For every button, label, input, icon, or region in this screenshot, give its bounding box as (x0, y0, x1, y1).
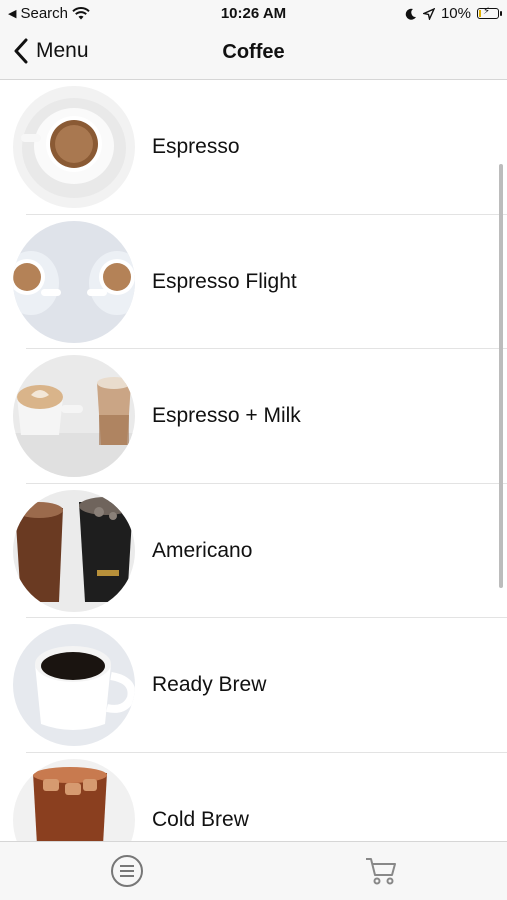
list-item-americano[interactable]: Americano (0, 484, 507, 618)
cart-icon (366, 858, 396, 885)
list-item-label: Cold Brew (152, 807, 249, 831)
list-item-label: Espresso Flight (152, 269, 297, 293)
cold-brew-image (13, 758, 135, 841)
status-bar: ◀ Search 10:26 AM 10% ⚡ (0, 0, 507, 28)
coffee-list[interactable]: Espresso Espresso Flight Espresso + Milk… (0, 80, 507, 841)
list-item-label: Espresso + Milk (152, 404, 301, 428)
tab-bar (0, 841, 507, 900)
moon-icon (405, 8, 416, 20)
latte-image (13, 355, 135, 478)
list-item-cold-brew[interactable]: Cold Brew (0, 753, 507, 841)
list-item-label: Ready Brew (152, 673, 267, 697)
location-arrow-icon (422, 7, 435, 20)
list-icon (111, 855, 143, 887)
ready-brew-image (13, 624, 135, 747)
battery-icon: ⚡ (477, 6, 502, 19)
page-title: Coffee (222, 41, 285, 63)
list-item-espresso[interactable]: Espresso (0, 80, 507, 215)
tab-cart[interactable] (364, 855, 398, 892)
navigation-bar: Menu Coffee (0, 28, 507, 80)
list-item-label: Espresso (152, 135, 240, 159)
list-item-ready-brew[interactable]: Ready Brew (0, 618, 507, 753)
americano-image (13, 489, 135, 612)
tab-menu[interactable] (110, 854, 144, 893)
battery-percent: 10% (440, 5, 471, 22)
list-item-espresso-flight[interactable]: Espresso Flight (0, 215, 507, 349)
list-item-label: Americano (152, 538, 253, 562)
espresso-cup-image (13, 86, 135, 209)
list-item-espresso-milk[interactable]: Espresso + Milk (0, 349, 507, 484)
scrollbar[interactable] (499, 164, 503, 588)
espresso-flight-image (13, 220, 135, 343)
